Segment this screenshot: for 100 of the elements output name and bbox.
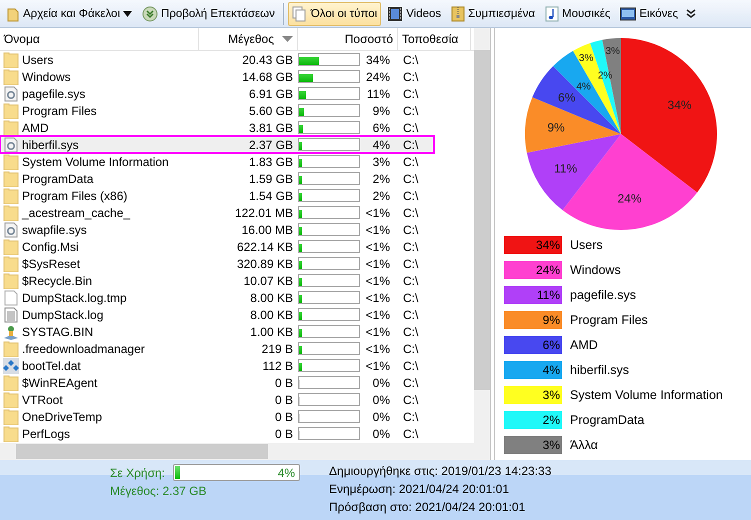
legend-label: AMD bbox=[570, 338, 598, 352]
column-header[interactable]: Όνομα bbox=[0, 28, 199, 50]
legend-label: hiberfil.sys bbox=[570, 363, 630, 377]
text-file-icon bbox=[3, 306, 19, 322]
file-name: OneDriveTemp bbox=[22, 410, 102, 424]
toolbar-button[interactable]: Εικόνες bbox=[616, 2, 682, 26]
size-cell: 0 B bbox=[274, 376, 293, 390]
size-cell: 2.37 GB bbox=[248, 138, 293, 152]
percent-cell: <1% bbox=[366, 290, 390, 304]
table-row[interactable]: _acestream_cache_ 122.01 MB <1% C:\ bbox=[0, 204, 474, 221]
music-note-icon bbox=[545, 6, 560, 22]
legend-swatch: 3% bbox=[504, 436, 562, 454]
table-row[interactable]: pagefile.sys 6.91 GB 11% C:\ bbox=[0, 85, 474, 102]
percent-cell: <1% bbox=[366, 324, 390, 338]
legend-label: Windows bbox=[570, 263, 621, 277]
size-cell: 3.81 GB bbox=[248, 120, 293, 134]
table-row[interactable]: ProgramData 1.59 GB 2% C:\ bbox=[0, 170, 474, 187]
toolbar-button[interactable]: Όλοι οι τύποι bbox=[288, 2, 382, 26]
archive-icon bbox=[451, 6, 466, 22]
location-cell: C:\ bbox=[403, 86, 418, 100]
sort-down-icon bbox=[282, 36, 293, 42]
table-row[interactable]: hiberfil.sys 2.37 GB 4% C:\ bbox=[0, 136, 434, 153]
table-row[interactable]: OneDriveTemp 0 B 0% C:\ bbox=[0, 408, 474, 425]
size-cell: 320.89 KB bbox=[236, 256, 293, 270]
location-cell: C:\ bbox=[403, 256, 418, 270]
table-row[interactable]: PerfLogs 0 B 0% C:\ bbox=[0, 425, 474, 442]
location-cell: C:\ bbox=[403, 308, 418, 322]
slice-label: 4% bbox=[576, 81, 591, 92]
table-row[interactable]: Config.Msi 622.14 KB <1% C:\ bbox=[0, 238, 474, 255]
table-row[interactable]: System Volume Information 1.83 GB 3% C:\ bbox=[0, 153, 474, 170]
file-name: Config.Msi bbox=[22, 240, 79, 254]
file-name: hiberfil.sys bbox=[22, 138, 79, 152]
table-row[interactable]: DumpStack.log 8.00 KB <1% C:\ bbox=[0, 306, 474, 323]
legend-label: pagefile.sys bbox=[570, 288, 636, 302]
location-cell: C:\ bbox=[403, 104, 418, 118]
toolbar-button[interactable]: Προβολή Επεκτάσεων bbox=[138, 2, 279, 26]
percent-cell: 34% bbox=[366, 52, 390, 66]
column-header[interactable]: Τοποθεσία bbox=[398, 28, 471, 50]
percent-cell: 2% bbox=[372, 172, 390, 186]
toolbar-button[interactable]: Μουσικές bbox=[541, 2, 614, 26]
location-cell: C:\ bbox=[403, 392, 418, 406]
slice-label: 24% bbox=[618, 192, 642, 206]
table-row[interactable]: $WinREAgent 0 B 0% C:\ bbox=[0, 374, 474, 391]
vertical-scrollbar[interactable] bbox=[474, 28, 490, 443]
percent-cell: <1% bbox=[366, 342, 390, 356]
chevron-down-icon bbox=[142, 6, 158, 22]
size-cell: 16.00 MB bbox=[242, 222, 293, 236]
table-row[interactable]: AMD 3.81 GB 6% C:\ bbox=[0, 119, 474, 136]
table-row[interactable]: VTRoot 0 B 0% C:\ bbox=[0, 391, 474, 408]
image-icon bbox=[620, 6, 636, 20]
size-cell: 219 B bbox=[262, 342, 293, 356]
legend-label: ProgramData bbox=[570, 413, 644, 427]
percent-cell: <1% bbox=[366, 358, 390, 372]
table-row[interactable]: swapfile.sys 16.00 MB <1% C:\ bbox=[0, 221, 474, 238]
percent-cell: 11% bbox=[366, 86, 390, 100]
percent-cell: 0% bbox=[372, 426, 390, 440]
size-cell: 5.60 GB bbox=[248, 104, 293, 118]
size-cell: 8.00 KB bbox=[250, 290, 293, 304]
location-cell: C:\ bbox=[403, 324, 418, 338]
slice-label: 11% bbox=[554, 161, 578, 176]
table-row[interactable]: Program Files (x86) 1.54 GB 2% C:\ bbox=[0, 187, 474, 204]
table-row[interactable]: SYSTAG.BIN 1.00 KB <1% C:\ bbox=[0, 323, 474, 340]
percent-cell: <1% bbox=[366, 222, 390, 236]
horizontal-scrollbar[interactable] bbox=[0, 443, 490, 460]
table-row[interactable]: .freedownloadmanager 219 B <1% C:\ bbox=[0, 340, 474, 357]
toolbar-button[interactable]: Videos bbox=[383, 2, 446, 26]
file-name: DumpStack.log.tmp bbox=[22, 290, 127, 304]
table-row[interactable]: $Recycle.Bin 10.07 KB <1% C:\ bbox=[0, 272, 474, 289]
legend-swatch: 4% bbox=[504, 361, 562, 379]
table-row[interactable]: Program Files 5.60 GB 9% C:\ bbox=[0, 102, 474, 119]
file-name: $Recycle.Bin bbox=[22, 274, 92, 288]
location-cell: C:\ bbox=[403, 154, 418, 168]
percent-cell: 3% bbox=[372, 154, 390, 168]
file-name: .freedownloadmanager bbox=[22, 342, 145, 356]
table-row[interactable]: bootTel.dat 112 B <1% C:\ bbox=[0, 357, 474, 374]
file-name: AMD bbox=[22, 120, 49, 134]
toolbar-button[interactable]: Συμπιεσμένα bbox=[447, 2, 540, 26]
overflow-icon[interactable] bbox=[686, 8, 696, 18]
toolbar-button[interactable]: Αρχεία και Φάκελοι bbox=[2, 2, 136, 26]
table-row[interactable]: Users 20.43 GB 34% C:\ bbox=[0, 51, 474, 68]
created-text: Δημιουργήθηκε στις: 2019/01/23 14:23:33 bbox=[329, 464, 552, 478]
table-row[interactable]: DumpStack.log.tmp 8.00 KB <1% C:\ bbox=[0, 289, 474, 306]
column-header[interactable]: Ποσοστό bbox=[298, 28, 398, 50]
legend-label: Άλλα bbox=[570, 438, 598, 452]
file-name: bootTel.dat bbox=[22, 358, 81, 372]
file-name: _acestream_cache_ bbox=[22, 206, 130, 220]
file-name: swapfile.sys bbox=[22, 222, 87, 236]
percent-cell: 0% bbox=[372, 376, 390, 390]
column-header[interactable]: Μέγεθος bbox=[199, 28, 298, 50]
file-name: Windows bbox=[22, 70, 71, 84]
table-row[interactable]: $SysReset 320.89 KB <1% C:\ bbox=[0, 255, 474, 272]
size-cell: 1.83 GB bbox=[248, 154, 293, 168]
location-cell: C:\ bbox=[403, 172, 418, 186]
size-cell: 122.01 MB bbox=[234, 206, 293, 220]
table-row[interactable]: Windows 14.68 GB 24% C:\ bbox=[0, 68, 474, 85]
file-name: System Volume Information bbox=[22, 154, 169, 168]
percent-cell: 4% bbox=[372, 138, 390, 152]
legend-swatch: 3% bbox=[504, 386, 562, 404]
system-file-icon bbox=[3, 136, 19, 152]
percent-cell: <1% bbox=[366, 240, 390, 254]
